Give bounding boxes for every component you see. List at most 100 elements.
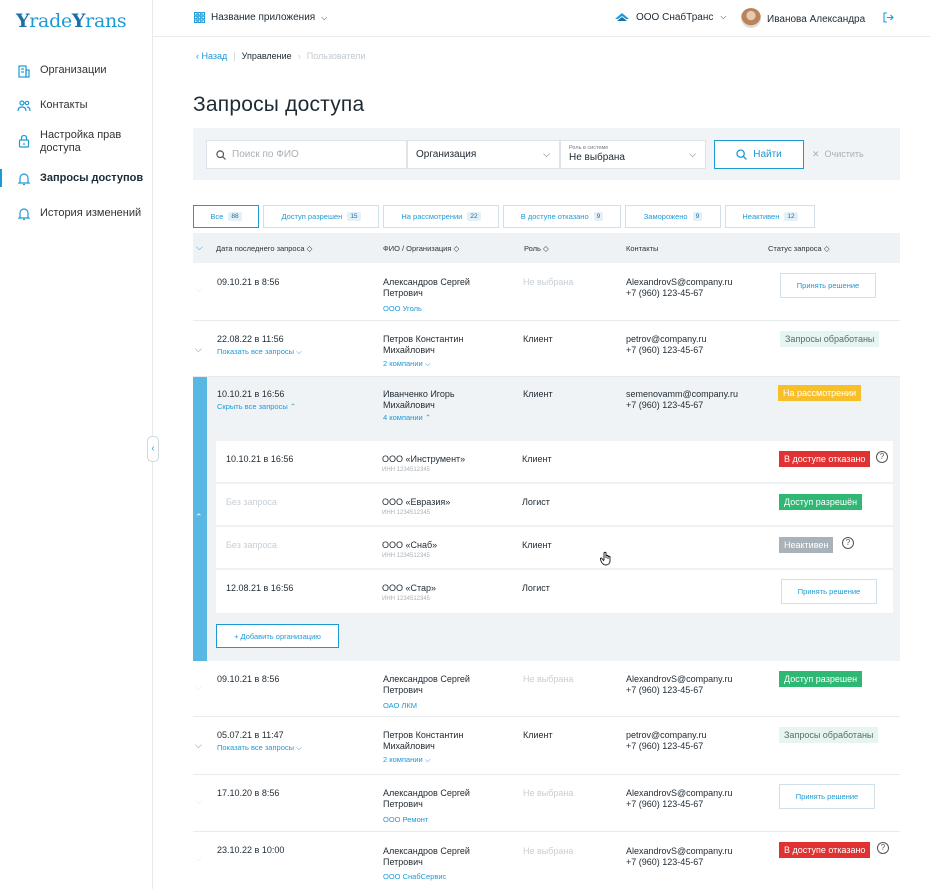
sidebar-item-label: История изменений [40,207,142,219]
bell-icon [17,173,31,186]
sort-date[interactable]: Дата последнего запроса ◇ [216,244,312,253]
companies-link[interactable]: 4 компании ⌃ [383,412,431,423]
sidebar-item-label: Запросы доступов [40,172,144,184]
status-badge: Запросы обработаны [780,331,880,347]
sidebar-item-history[interactable]: История изменений [0,207,153,223]
tab-access-denied[interactable]: В доступе отказано 9 [503,205,621,228]
tab-access-granted[interactable]: Доступ разрешен 15 [263,205,379,228]
column-contacts: Контакты [626,244,659,253]
collapse-sidebar-button[interactable]: ‹ [147,436,159,462]
back-link[interactable]: ‹ Назад [196,51,227,61]
page-title: Запросы доступа [193,93,365,116]
app-switcher[interactable]: Название приложения ⌵ [194,12,327,23]
chevron-down-icon: ⌵ [689,149,696,159]
tab-inactive[interactable]: Неактивен 12 [725,205,815,228]
sidebar-item-label: Контакты [40,99,88,111]
sidebar-item-organizations[interactable]: Организации [0,64,153,80]
table-header: ⌵ Дата последнего запроса ◇ ФИО / Органи… [193,233,900,263]
avatar[interactable] [741,8,761,28]
chevron-down-icon[interactable]: ⌵ [196,242,203,253]
breadcrumb: ‹ Назад | Управление › Пользователи [196,51,366,61]
chevron-down-icon[interactable]: ⌵ [195,740,205,750]
companies-link[interactable]: 2 компании ⌵ [383,358,430,369]
add-organization-button[interactable]: + Добавить организацию [216,624,339,648]
decide-button[interactable]: Принять решение [780,273,876,298]
chevron-down-icon: ⌵ [321,12,328,22]
role-select[interactable]: Роль в системе Не выбрана ⌵ [560,140,706,169]
status-badge: Доступ разрешён [779,494,863,510]
table-row[interactable]: ⌵ 09.10.21 в 8:56 Александров Сергей Пет… [193,661,900,717]
clear-button[interactable]: ✕ Очистить [812,149,864,160]
sub-row[interactable]: Без запроса ООО «Снаб» ИНН 1234512345 Кл… [216,527,893,569]
status-badge: Неактивен [779,537,834,553]
status-badge: Запросы обработаны [779,727,879,743]
header-divider [153,36,930,37]
sort-role[interactable]: Роль ◇ [524,244,549,253]
find-button[interactable]: Найти [714,140,804,169]
chevron-down-icon: ⌵ [195,796,202,806]
chevron-down-icon: ⌵ [720,12,727,21]
chevron-down-icon: ⌵ [195,284,202,294]
chevron-down-icon: ⌵ [543,149,550,159]
expanded-indicator[interactable]: ⌃ [193,377,207,661]
apps-grid-icon [194,12,205,23]
table-row[interactable]: ⌵ 09.10.21 в 8:56 Александров Сергей Пет… [193,263,900,321]
org-link[interactable]: ОАО ЛКМ [383,700,417,711]
decide-button[interactable]: Принять решение [779,784,875,809]
user-name: Иванова Александра [767,14,866,25]
show-all-requests-link[interactable]: Показать все запросы ⌵ [217,742,302,753]
breadcrumb-current: Пользователи [306,51,366,61]
logout-icon[interactable] [883,12,894,23]
company-switcher[interactable]: ООО СнабТранс ⌵ [615,11,726,23]
hide-all-requests-link[interactable]: Скрыть все запросы ⌃ [217,401,296,412]
logo: YradeYrans [16,10,127,32]
tab-frozen[interactable]: Заморожено 9 [625,205,721,228]
building-icon [18,65,30,78]
lock-icon [18,134,30,148]
sort-status[interactable]: Статус запроса ◇ [768,244,830,253]
table-row[interactable]: ⌵ 23.10.22 в 10:00 Александров Сергей Пе… [193,832,900,889]
sub-row[interactable]: Без запроса ООО «Евразия» ИНН 1234512345… [216,484,893,526]
tab-under-review[interactable]: На рассмотрении 22 [383,205,499,228]
hand-cursor-icon [600,551,611,566]
breadcrumb-item[interactable]: Управление [242,51,292,61]
tab-all[interactable]: Все 88 [193,205,259,228]
status-badge: На рассмотрении [778,385,862,401]
chevron-up-icon: ⌃ [195,512,203,522]
table-row[interactable]: ⌵ 17.10.20 в 8:56 Александров Сергей Пет… [193,775,900,832]
bell-icon [17,208,31,221]
status-badge: Доступ разрешен [779,671,863,687]
help-icon[interactable]: ? [877,842,889,854]
chevron-down-icon: ⌵ [195,853,202,863]
sidebar-item-access-settings[interactable]: Настройка прав доступа [0,129,153,157]
org-link[interactable]: ООО СнабСервис [383,871,446,882]
sub-row[interactable]: 10.10.21 в 16:56 ООО «Инструмент» ИНН 12… [216,441,893,483]
show-all-requests-link[interactable]: Показать все запросы ⌵ [217,346,302,357]
filter-bar: Поиск по ФИО Организация ⌵ Роль в систем… [193,128,900,180]
search-icon [736,149,748,160]
chevron-down-icon[interactable]: ⌵ [195,344,205,354]
sidebar-item-label: Настройка прав доступа [40,129,122,154]
organization-select[interactable]: Организация ⌵ [407,140,560,169]
companies-link[interactable]: 2 компании ⌵ [383,754,430,765]
status-badge: В доступе отказано [779,451,871,467]
status-badge: В доступе отказано [779,842,871,858]
company-name: ООО СнабТранс [636,11,714,23]
sort-name[interactable]: ФИО / Организация ◇ [383,244,459,253]
decide-button[interactable]: Принять решение [781,579,877,604]
app-name: Название приложения [211,12,316,23]
sidebar-item-contacts[interactable]: Контакты [0,99,153,115]
table-row[interactable]: ⌵ 22.08.22 в 11:56 Показать все запросы … [193,321,900,377]
app-window: YradeYrans Организации Контакты Настройк… [0,0,930,889]
company-logo-icon [615,13,629,21]
sidebar-item-access-requests[interactable]: Запросы доступов [0,169,153,188]
sub-row[interactable]: 12.08.21 в 16:56 ООО «Стар» ИНН 12345123… [216,570,893,614]
table-row-expanded[interactable]: 10.10.21 в 16:56 Скрыть все запросы ⌃ Ив… [207,377,900,431]
table-row[interactable]: ⌵ 05.07.21 в 11:47 Показать все запросы … [193,717,900,775]
org-link[interactable]: ООО Ремонт [383,814,428,825]
search-input[interactable]: Поиск по ФИО [206,140,407,169]
org-link[interactable]: ООО Уголь [383,303,422,314]
help-icon[interactable]: ? [876,451,888,463]
sidebar-item-label: Организации [40,64,107,76]
help-icon[interactable]: ? [842,537,854,549]
